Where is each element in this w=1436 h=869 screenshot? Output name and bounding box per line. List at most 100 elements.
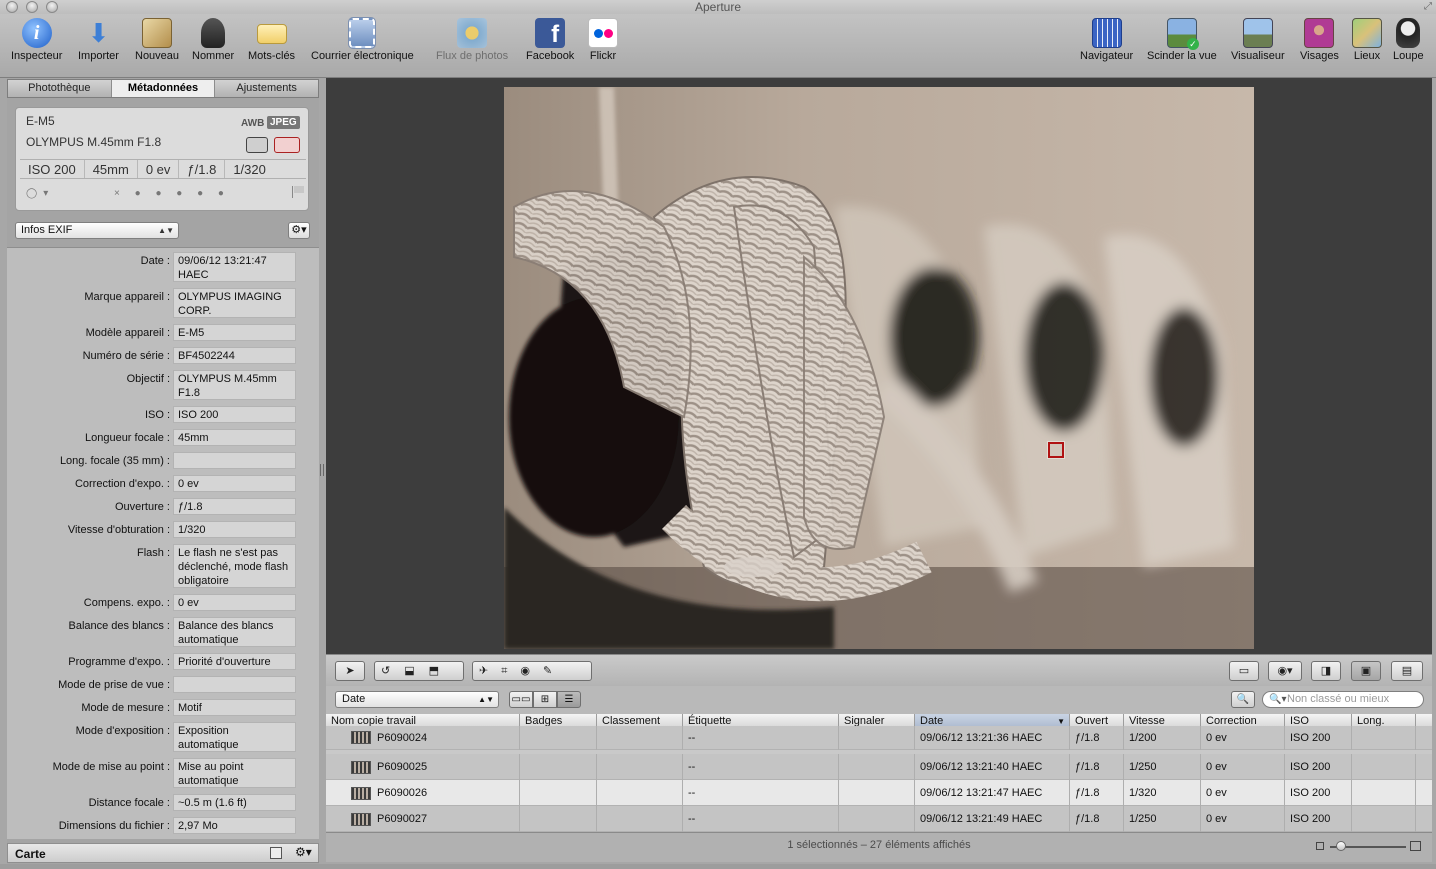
exif-value[interactable]: E-M5 — [173, 324, 296, 341]
cell-text: ISO 200 — [1290, 761, 1331, 773]
thumbnail-image[interactable] — [351, 761, 371, 774]
slider-knob[interactable] — [1336, 841, 1346, 851]
table-cell-iso: ISO 200 — [1285, 754, 1352, 780]
shot-shutter: 1/320 — [233, 162, 266, 177]
import-button[interactable]: ⬇ Importer — [78, 18, 119, 62]
minimize-window-button[interactable] — [26, 1, 38, 13]
multi-view-button[interactable]: ▤ — [1391, 661, 1423, 681]
close-window-button[interactable] — [6, 1, 18, 13]
exif-value[interactable]: 1/320 — [173, 521, 296, 538]
metadata-view-select[interactable]: Infos EXIF ▲▼ — [15, 222, 179, 239]
exif-value[interactable]: 2,97 Mo — [173, 817, 296, 834]
faces-icon — [1304, 18, 1335, 48]
rating-controls[interactable]: × ● ● ● ● ● — [114, 188, 230, 199]
gear-icon[interactable]: ⚙▾ — [295, 845, 312, 859]
list-icon: ☰ — [564, 694, 574, 705]
aperture-window: Aperture ⤢ i Inspecteur ⬇ Importer Nouve… — [0, 0, 1436, 869]
flickr-button[interactable]: Flickr — [588, 18, 618, 62]
keywords-button[interactable]: Mots-clés — [248, 18, 295, 62]
table-row[interactable]: P6090026 -- 09/06/12 13:21:47 HAEC ƒ/1.8 1/3… — [326, 780, 1432, 806]
cell-text: P6090026 — [377, 787, 428, 799]
exif-value[interactable]: 09/06/12 13:21:47 HAEC — [173, 252, 296, 282]
table-cell-shutter: 1/250 — [1124, 806, 1201, 832]
metadata-action-button[interactable]: ⚙▾ — [288, 222, 310, 239]
overlay-button[interactable]: ▭ — [1229, 661, 1259, 681]
flag-icon[interactable] — [292, 186, 304, 198]
photo-ropes[interactable] — [504, 87, 1254, 649]
exif-value[interactable]: Mise au point automatique — [173, 758, 296, 788]
exif-value[interactable] — [173, 676, 296, 693]
search-input[interactable]: 🔍▾ Non classé ou mieux — [1262, 691, 1424, 708]
cell-text: ƒ/1.8 — [1075, 813, 1100, 825]
faces-button[interactable]: Visages — [1300, 18, 1339, 62]
exif-value[interactable]: OLYMPUS M.45mm F1.8 — [173, 370, 296, 400]
tab-adjustments[interactable]: Ajustements — [215, 80, 318, 97]
thumbnail-image[interactable] — [351, 731, 371, 744]
split-view-button[interactable]: ✓ Scinder la vue — [1147, 18, 1217, 62]
exif-key: Marque appareil : — [84, 291, 170, 303]
edit-tools-group[interactable]: ✈⌗◉✎ — [472, 661, 592, 681]
name-button[interactable]: Nommer — [192, 18, 234, 62]
thumbnail-image[interactable] — [351, 813, 371, 826]
panel-splitter-handle[interactable] — [320, 464, 324, 476]
large-thumbnail-icon — [1410, 841, 1421, 851]
exif-value[interactable]: Exposition automatique — [173, 722, 296, 752]
new-button[interactable]: Nouveau — [135, 18, 179, 62]
exif-key: Programme d'expo. : — [68, 656, 170, 668]
exif-value[interactable]: OLYMPUS IMAGING CORP. — [173, 288, 296, 318]
inspector-tabs: Photothèque Métadonnées Ajustements — [7, 79, 319, 98]
table-row[interactable]: P6090024 -- 09/06/12 13:21:36 HAEC ƒ/1.8 1/2… — [326, 726, 1432, 750]
tab-metadata[interactable]: Métadonnées — [111, 80, 216, 97]
select-tool-button[interactable]: ➤ — [335, 661, 365, 681]
table-row[interactable]: P6090027 -- 09/06/12 13:21:49 HAEC ƒ/1.8 1/2… — [326, 806, 1432, 832]
photostream-button[interactable]: Flux de photos — [436, 18, 508, 62]
exif-value[interactable]: Le flash ne s'est pas déclenché, mode fl… — [173, 544, 296, 588]
exif-value[interactable]: ƒ/1.8 — [173, 498, 296, 515]
cell-text: ƒ/1.8 — [1075, 787, 1100, 799]
exif-value[interactable]: ISO 200 — [173, 406, 296, 423]
camera-info-button[interactable]: ◉▾ — [1268, 661, 1302, 681]
loupe-icon — [1396, 18, 1421, 48]
cell-text: 1/250 — [1129, 813, 1157, 825]
exif-value[interactable]: Motif — [173, 699, 296, 716]
fullscreen-icon[interactable]: ⤢ — [1424, 0, 1432, 14]
facebook-button[interactable]: f Facebook — [526, 18, 574, 62]
viewer-button[interactable]: Visualiseur — [1231, 18, 1285, 62]
places-button[interactable]: Lieux — [1352, 18, 1382, 62]
thumbnail-image[interactable] — [351, 787, 371, 800]
exif-value[interactable]: Priorité d'ouverture — [173, 653, 296, 670]
exif-value[interactable]: ~0.5 m (1.6 ft) — [173, 794, 296, 811]
exif-key: Date : — [140, 255, 170, 267]
loupe-button[interactable]: Loupe — [1393, 18, 1424, 62]
table-cell-badges — [520, 806, 597, 832]
single-view-button[interactable]: ▣ — [1351, 661, 1381, 681]
filter-hud-button[interactable]: 🔍 — [1231, 691, 1255, 708]
zoom-window-button[interactable] — [46, 1, 58, 13]
color-label-icon[interactable]: ◯▾ — [26, 188, 54, 199]
flag-view-button[interactable]: ◨ — [1311, 661, 1341, 681]
sort-select[interactable]: Date ▲▼ — [335, 691, 499, 708]
exif-value[interactable]: 0 ev — [173, 475, 296, 492]
exif-value[interactable] — [173, 452, 296, 469]
thumbnail-size-slider[interactable] — [1316, 841, 1421, 853]
cell-text: -- — [688, 761, 696, 773]
inspector-button[interactable]: i Inspecteur — [11, 18, 62, 62]
reject-icon[interactable]: × — [114, 188, 126, 199]
rotate-tools-group[interactable]: ↺⬓⬒ — [374, 661, 464, 681]
browser-view-button[interactable]: Navigateur — [1080, 18, 1133, 62]
exif-value[interactable]: Balance des blancs automatique — [173, 617, 296, 647]
email-button[interactable]: Courrier électronique — [311, 17, 414, 62]
tab-library[interactable]: Photothèque — [8, 80, 112, 97]
metering-icon — [274, 137, 300, 153]
list-view-button[interactable]: ☰ — [557, 691, 581, 708]
grid-view-button[interactable]: ⊞ — [533, 691, 557, 708]
table-cell-badges — [520, 754, 597, 780]
table-cell-aperture: ƒ/1.8 — [1070, 780, 1124, 806]
filmstrip-view-button[interactable]: ▭▭ — [509, 691, 533, 708]
exif-value[interactable]: BF4502244 — [173, 347, 296, 364]
exif-value[interactable]: 45mm — [173, 429, 296, 446]
exif-value[interactable]: 0 ev — [173, 594, 296, 611]
map-panel-header[interactable]: Carte ⚙▾ — [7, 843, 319, 863]
table-row[interactable]: P6090025 -- 09/06/12 13:21:40 HAEC ƒ/1.8 1/2… — [326, 754, 1432, 780]
map-toggle-icon[interactable] — [270, 847, 282, 859]
